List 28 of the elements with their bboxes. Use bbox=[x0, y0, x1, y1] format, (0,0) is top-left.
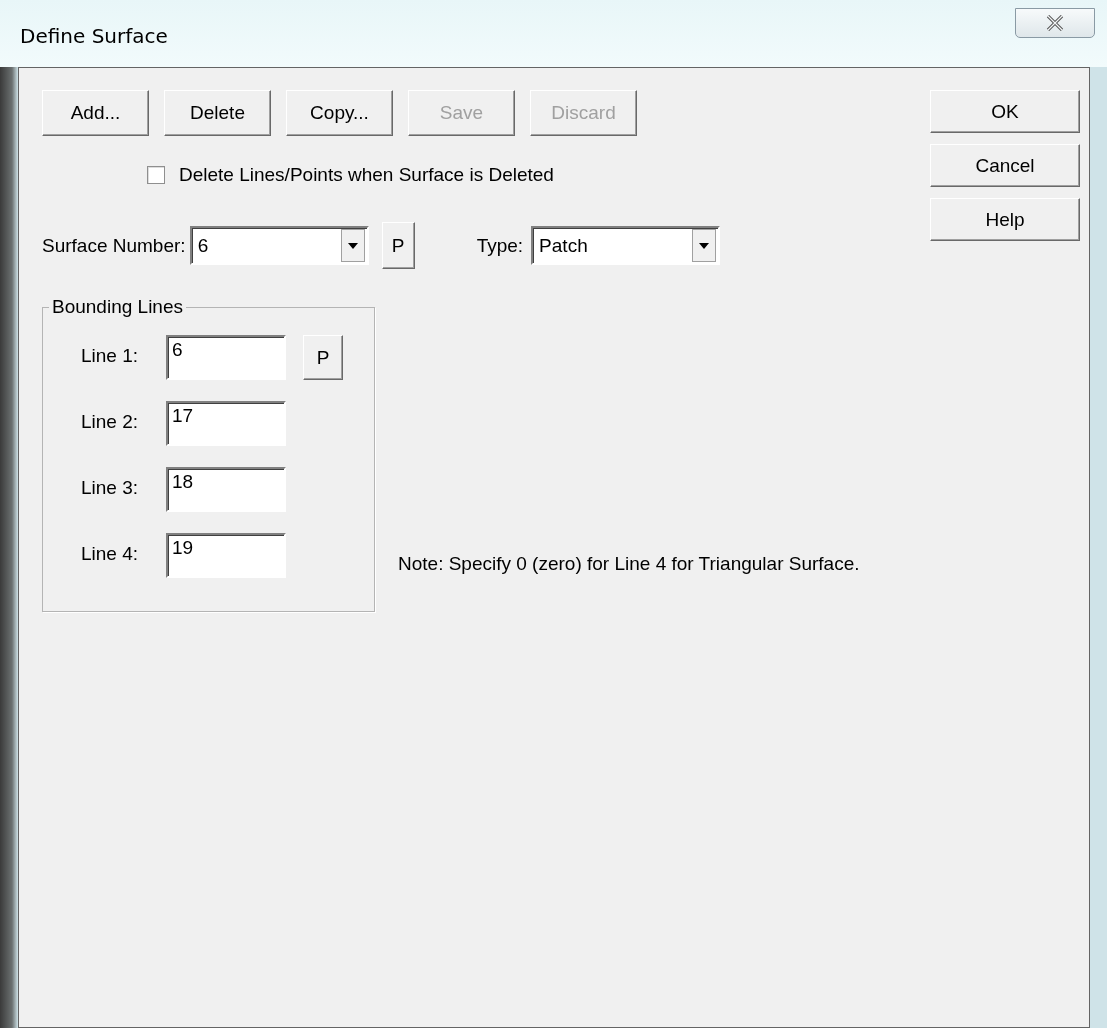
input-field[interactable]: 19 bbox=[166, 533, 286, 578]
checkbox-label[interactable]: Delete Lines/Points when Surface is Deleted bbox=[179, 164, 554, 186]
close-icon bbox=[1046, 15, 1064, 31]
toolbar-button[interactable]: Copy... bbox=[286, 90, 393, 136]
field-label: Surface Number: bbox=[42, 234, 186, 257]
field-label: Line 1: bbox=[81, 345, 140, 367]
dialog-button[interactable]: Help bbox=[930, 198, 1080, 241]
input-field[interactable]: 6 bbox=[166, 335, 286, 380]
dialog-button[interactable]: Cancel bbox=[930, 144, 1080, 187]
pick-button[interactable]: P bbox=[303, 335, 343, 380]
pick-button[interactable]: P bbox=[381, 222, 415, 269]
toolbar-button[interactable]: Add... bbox=[42, 90, 149, 136]
field-label: Line 2: bbox=[81, 411, 140, 433]
type-dropdown[interactable]: Patch bbox=[531, 226, 721, 265]
close-button[interactable] bbox=[1015, 8, 1095, 38]
input-field[interactable]: 18 bbox=[166, 467, 286, 512]
field-label: Line 3: bbox=[81, 477, 140, 499]
input-field[interactable]: 17 bbox=[166, 401, 286, 446]
dropdown-caret-icon[interactable] bbox=[340, 229, 365, 262]
note-text: Note: Specify 0 (zero) for Line 4 for Triangular Surface. bbox=[398, 553, 860, 575]
dialog-button[interactable]: OK bbox=[930, 90, 1080, 133]
surface-number-dropdown[interactable]: 6 bbox=[189, 226, 369, 265]
field-label: Type: bbox=[476, 234, 524, 257]
field-label: Line 4: bbox=[81, 543, 140, 565]
dropdown-caret-icon[interactable] bbox=[692, 229, 717, 262]
window-title: Define Surface bbox=[20, 23, 168, 48]
checkbox[interactable] bbox=[147, 166, 165, 184]
toolbar-button[interactable]: Delete bbox=[164, 90, 271, 136]
